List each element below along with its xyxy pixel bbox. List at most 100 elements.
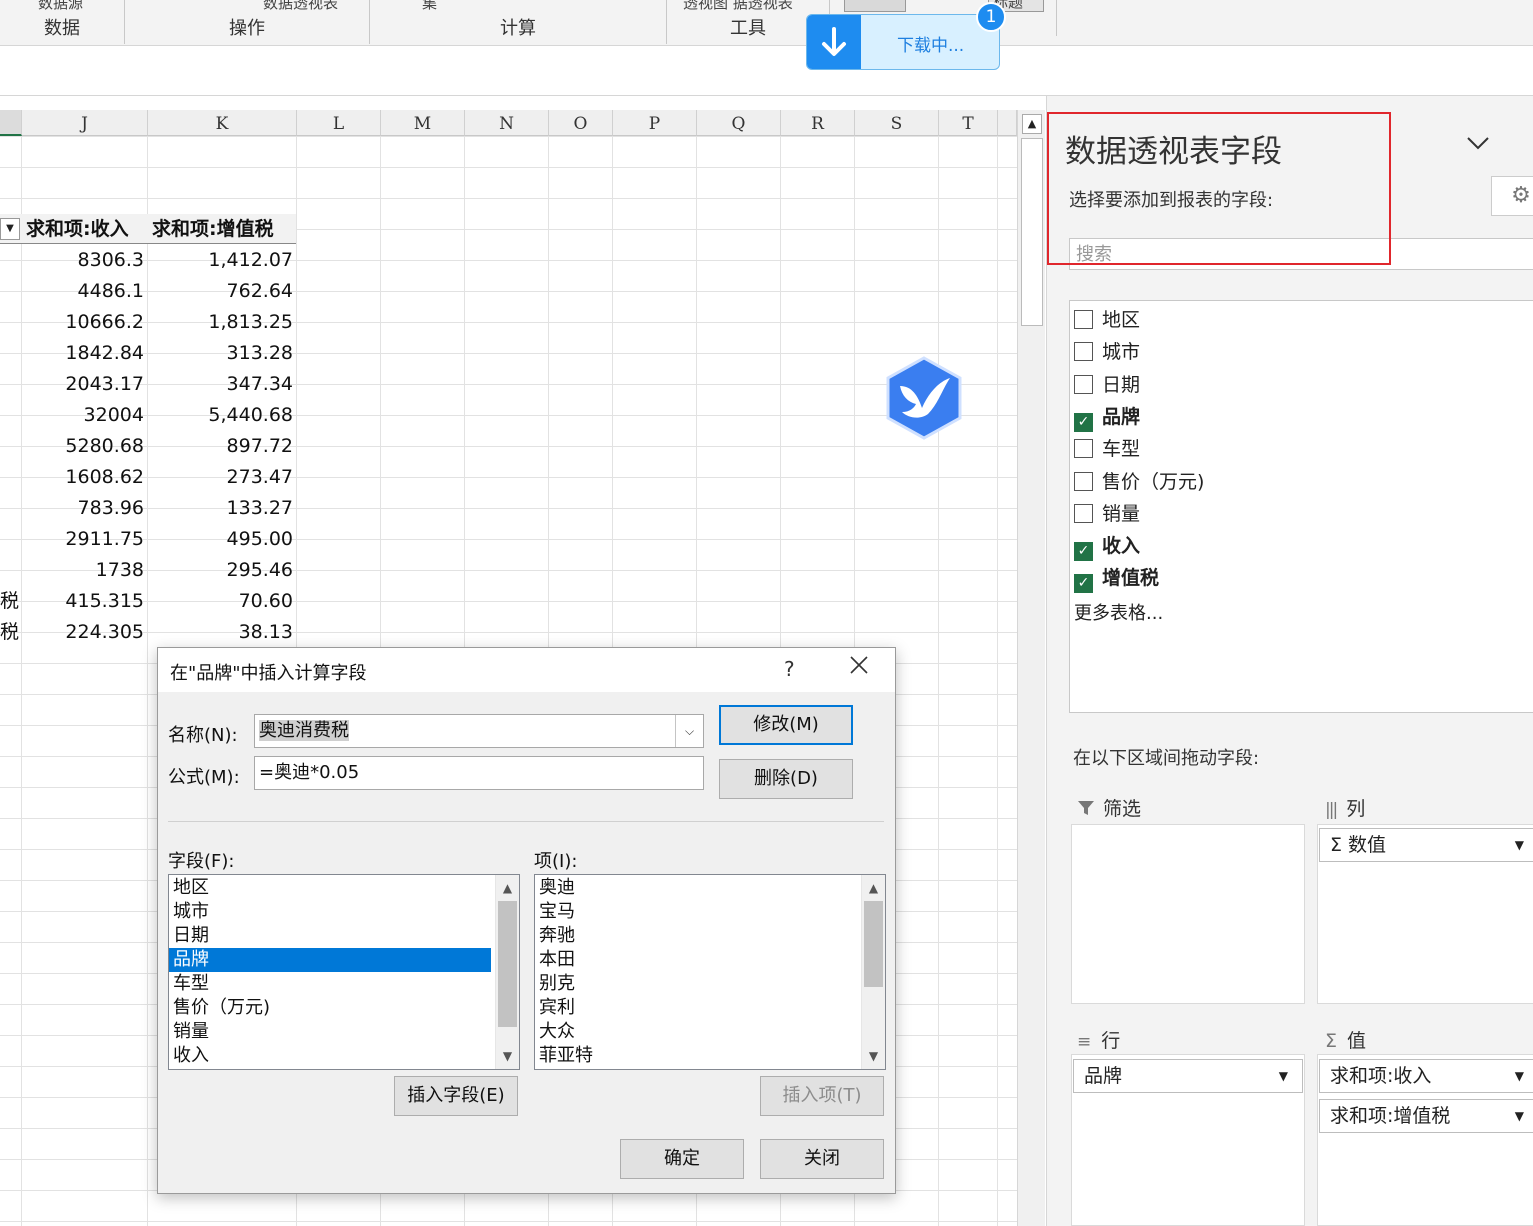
vat-cell[interactable]: 70.60 [148,586,297,617]
ribbon-clipped-label[interactable]: 数据源 [38,0,83,13]
vat-cell[interactable]: 1,412.07 [148,245,297,276]
column-header[interactable]: K [148,110,297,136]
fields-list-item[interactable]: 售价（万元) [169,996,491,1020]
field-item[interactable]: 日期 [1074,370,1140,398]
scroll-thumb[interactable] [1021,138,1043,326]
checkbox-checked-icon[interactable]: ✓ [1074,542,1093,562]
field-list-toggle-button[interactable] [844,0,906,12]
row-label-cell[interactable] [0,555,20,586]
column-header[interactable]: T [939,110,998,136]
income-cell[interactable]: 8306.3 [22,245,148,276]
income-cell[interactable]: 1738 [22,555,148,586]
checkbox-checked-icon[interactable]: ✓ [1074,574,1093,594]
values-income-chip[interactable]: 求和项:收入 ▼ [1319,1059,1533,1093]
chip-dropdown-icon[interactable]: ▼ [1515,829,1524,861]
row-label-cell[interactable] [0,493,20,524]
scroll-thumb[interactable] [498,901,517,1027]
field-item[interactable]: 销量 [1074,499,1140,527]
fields-list-item[interactable]: 销量 [169,1020,491,1044]
row-label-filter-dropdown[interactable]: ▼ [0,218,20,240]
vat-cell[interactable]: 762.64 [148,276,297,307]
fields-list-item[interactable]: 品牌 [169,948,491,972]
pivot-header-vat[interactable]: 求和项:增值税 [152,214,295,245]
filter-drop-area[interactable] [1071,824,1305,1004]
ribbon-clipped-label[interactable]: 集 [422,0,437,13]
column-header[interactable]: R [781,110,855,136]
vat-cell[interactable]: 347.34 [148,369,297,400]
checkbox-unchecked-icon[interactable] [1074,310,1093,329]
income-cell[interactable]: 2043.17 [22,369,148,400]
formula-input[interactable]: =奥迪*0.05 [254,756,704,790]
chip-dropdown-icon[interactable]: ▼ [1515,1060,1524,1092]
help-icon[interactable]: ? [784,657,795,681]
vat-cell[interactable]: 38.13 [148,617,297,648]
items-list-item[interactable]: 菲亚特 [535,1044,857,1068]
field-item[interactable]: ✓ 收入 [1074,531,1140,562]
vat-cell[interactable]: 133.27 [148,493,297,524]
column-header[interactable]: O [549,110,613,136]
delete-button[interactable]: 删除(D) [719,759,853,799]
row-label-cell[interactable] [0,524,20,555]
column-header[interactable]: Q [697,110,781,136]
row-label-cell[interactable] [0,245,20,276]
vat-cell[interactable]: 295.46 [148,555,297,586]
row-label-cell[interactable] [0,307,20,338]
pivot-header-income[interactable]: 求和项:收入 [26,214,146,245]
column-header[interactable]: J [22,110,148,136]
insert-field-button[interactable]: 插入字段(E) [394,1076,518,1116]
fields-list-item[interactable]: 城市 [169,900,491,924]
items-list-item[interactable]: 宾利 [535,996,857,1020]
chevron-down-icon[interactable]: ⌵ [675,715,703,747]
items-list-item[interactable]: 奥迪 [535,876,857,900]
column-header[interactable]: P [613,110,697,136]
checkbox-unchecked-icon[interactable] [1074,374,1093,394]
chip-dropdown-icon[interactable]: ▼ [1279,1060,1288,1092]
scroll-up-arrow-icon[interactable]: ▲ [1022,114,1042,134]
fields-scrollbar[interactable]: ▲ ▼ [495,875,519,1069]
income-cell[interactable]: 783.96 [22,493,148,524]
income-cell[interactable]: 224.305 [22,617,148,648]
vat-cell[interactable]: 313.28 [148,338,297,369]
field-item[interactable]: ✓ 增值税 [1074,563,1159,594]
column-header-partial[interactable] [998,110,1017,136]
ribbon-clipped-label[interactable]: 透视图 据透视表 [683,0,793,13]
fields-list-item[interactable]: 收入 [169,1044,491,1068]
row-label-cell[interactable] [0,369,20,400]
items-listbox[interactable]: 奥迪 宝马 奔驰 本田 别克 宾利 大众 菲亚特 ▲ ▼ [534,874,886,1070]
insert-item-button[interactable]: 插入项(T) [760,1076,884,1116]
income-cell[interactable]: 10666.2 [22,307,148,338]
items-list-item[interactable]: 宝马 [535,900,857,924]
vat-cell[interactable]: 897.72 [148,431,297,462]
chip-dropdown-icon[interactable]: ▼ [1515,1100,1524,1132]
close-icon[interactable] [848,654,870,682]
field-item[interactable]: ✓ 品牌 [1074,402,1140,432]
scroll-down-arrow-icon[interactable]: ▼ [496,1045,519,1067]
items-scrollbar[interactable]: ▲ ▼ [861,875,885,1069]
name-combobox[interactable]: 奥迪消费税 ⌵ [254,714,704,748]
field-item[interactable]: 地区 [1074,305,1140,333]
fields-listbox[interactable]: 地区 城市 日期 品牌 车型 售价（万元) 销量 收入 ▲ ▼ [168,874,520,1070]
checkbox-unchecked-icon[interactable] [1074,342,1093,362]
items-list-item[interactable]: 奔驰 [535,924,857,948]
income-cell[interactable]: 2911.75 [22,524,148,555]
scroll-down-arrow-icon[interactable]: ▼ [862,1045,885,1067]
vat-cell[interactable]: 5,440.68 [148,400,297,431]
vat-cell[interactable]: 1,813.25 [148,307,297,338]
download-toast[interactable]: 下载中... [806,14,1000,70]
income-cell[interactable]: 5280.68 [22,431,148,462]
sheet-vertical-scrollbar[interactable]: ▲ [1017,110,1045,1226]
fields-list-item[interactable]: 车型 [169,972,491,996]
modify-button[interactable]: 修改(M) [719,705,853,745]
items-list-item[interactable]: 别克 [535,972,857,996]
income-cell[interactable]: 1608.62 [22,462,148,493]
row-label-cell[interactable]: 税 [0,617,20,648]
items-list-item[interactable]: 大众 [535,1020,857,1044]
scroll-up-arrow-icon[interactable]: ▲ [496,877,519,899]
bird-logo-icon[interactable] [884,356,964,440]
column-header[interactable]: N [465,110,549,136]
close-button[interactable]: 关闭 [760,1139,884,1179]
income-cell[interactable]: 1842.84 [22,338,148,369]
gear-icon[interactable]: ⚙ [1491,176,1533,216]
row-label-cell[interactable] [0,400,20,431]
income-cell[interactable]: 415.315 [22,586,148,617]
